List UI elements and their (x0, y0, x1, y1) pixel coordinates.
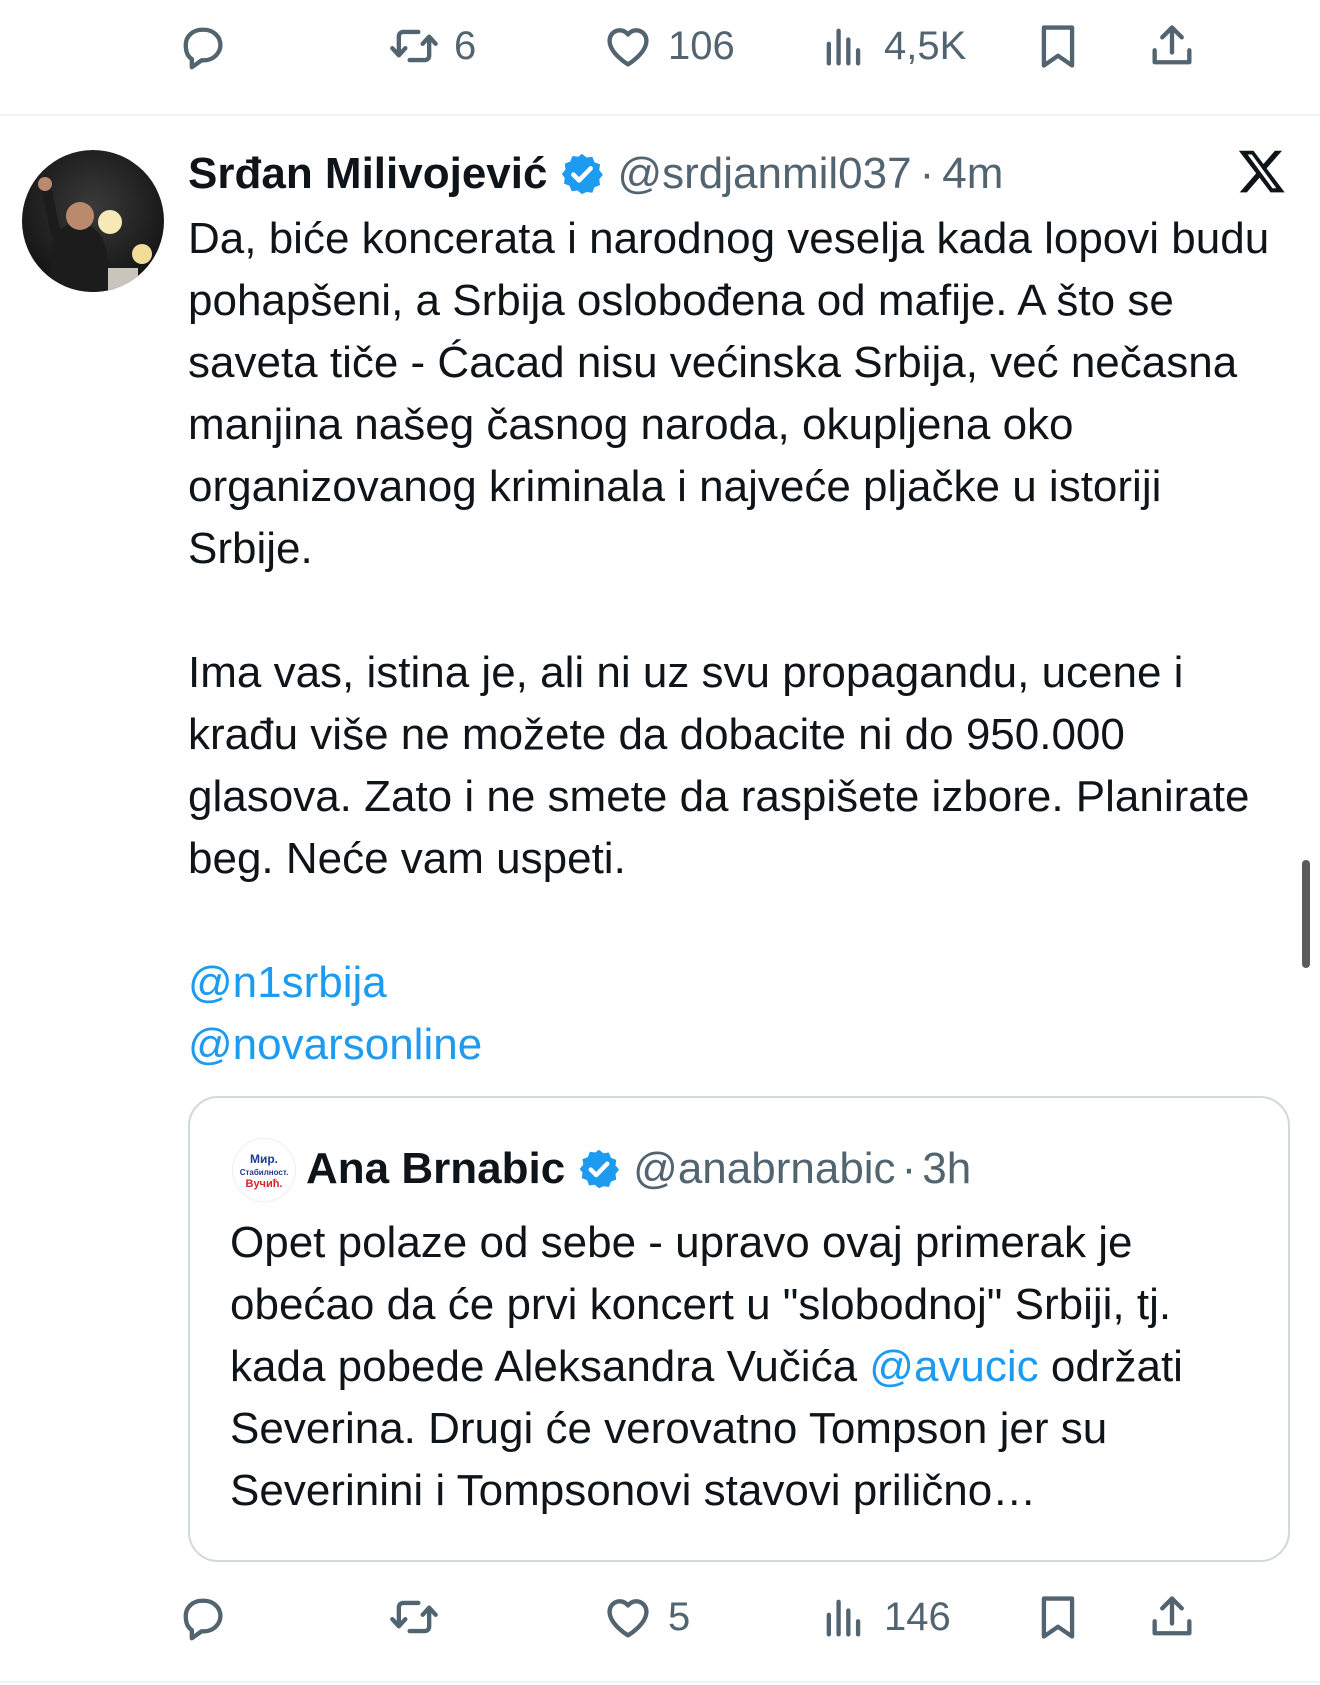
quoted-body: Opet polaze od sebe - upravo ovaj primer… (230, 1212, 1270, 1522)
quoted-author-name[interactable]: Ana Brnabic (306, 1144, 565, 1194)
top-action-bar: 6 106 4,5K (0, 0, 1320, 96)
views-button[interactable]: 146 (818, 1567, 951, 1667)
quoted-header-separator: · (901, 1144, 917, 1193)
reply-icon (183, 27, 223, 70)
views-button[interactable]: 4,5K (818, 0, 966, 96)
reply-button[interactable] (176, 1567, 242, 1667)
share-button[interactable] (1146, 0, 1198, 96)
like-button[interactable]: 106 (602, 0, 735, 96)
mention-link[interactable]: @novarsonline (188, 1020, 482, 1069)
like-icon (607, 28, 649, 67)
share-icon (1152, 1596, 1192, 1636)
svg-text:Мир.: Мир. (250, 1152, 278, 1166)
retweet-icon (390, 29, 438, 63)
author-handle[interactable]: @srdjanmil037 (617, 149, 911, 199)
header-separator: · (919, 149, 935, 198)
mention-link[interactable]: @n1srbija (188, 958, 387, 1007)
retweet-button[interactable]: 6 (388, 0, 476, 96)
tweet-body: Da, biće koncerata i narodnog veselja ka… (188, 208, 1288, 1076)
share-icon (1152, 25, 1192, 65)
quoted-avatar-logo: Мир. Стабилност. Вучић. (240, 1152, 289, 1190)
x-logo-icon (1238, 150, 1285, 193)
retweet-icon (390, 1600, 438, 1634)
bookmark-button[interactable] (1032, 0, 1084, 96)
divider-bottom (0, 1681, 1320, 1683)
reply-button[interactable] (176, 0, 242, 96)
verified-badge-icon (579, 1149, 620, 1189)
quoted-header: Ana Brnabic @anabrnabic · 3h (306, 1138, 971, 1200)
tweet-header: Srđan Milivojević @srdjanmil037 · 4m (188, 144, 1003, 204)
bookmark-button[interactable] (1032, 1567, 1084, 1667)
quoted-author-avatar[interactable]: Мир. Стабилност. Вучић. (232, 1138, 296, 1202)
tweet-paragraph-2: Ima vas, istina je, ali ni uz svu propag… (188, 648, 1250, 883)
svg-text:Стабилност.: Стабилност. (240, 1168, 289, 1177)
tweet-paragraph-1: Da, biće koncerata i narodnog veselja ka… (188, 214, 1270, 573)
like-button[interactable]: 5 (602, 1567, 690, 1667)
author-avatar[interactable] (22, 150, 164, 292)
share-button[interactable] (1146, 1567, 1198, 1667)
bookmark-icon (1041, 1596, 1075, 1639)
reply-icon (183, 1598, 223, 1641)
views-icon (826, 28, 861, 66)
retweet-button[interactable] (388, 1567, 454, 1667)
svg-text:Вучић.: Вучић. (246, 1178, 283, 1190)
avatar-photo (22, 150, 164, 292)
quoted-time[interactable]: 3h (922, 1144, 971, 1194)
quoted-tweet[interactable]: Мир. Стабилност. Вучић. Ana Brnabic @ana… (188, 1096, 1290, 1562)
tweet-action-bar: 5 146 (0, 1567, 1320, 1667)
quoted-mention-link[interactable]: @avucic (869, 1342, 1038, 1391)
divider-top (0, 114, 1320, 116)
quoted-author-handle[interactable]: @anabrnabic (633, 1144, 895, 1194)
scrollbar-thumb[interactable] (1302, 860, 1310, 968)
bookmark-icon (1041, 25, 1075, 68)
tweet-time[interactable]: 4m (942, 149, 1003, 199)
views-icon (826, 1599, 861, 1637)
like-icon (607, 1599, 649, 1638)
verified-badge-icon (562, 153, 604, 195)
author-name[interactable]: Srđan Milivojević (188, 149, 547, 199)
